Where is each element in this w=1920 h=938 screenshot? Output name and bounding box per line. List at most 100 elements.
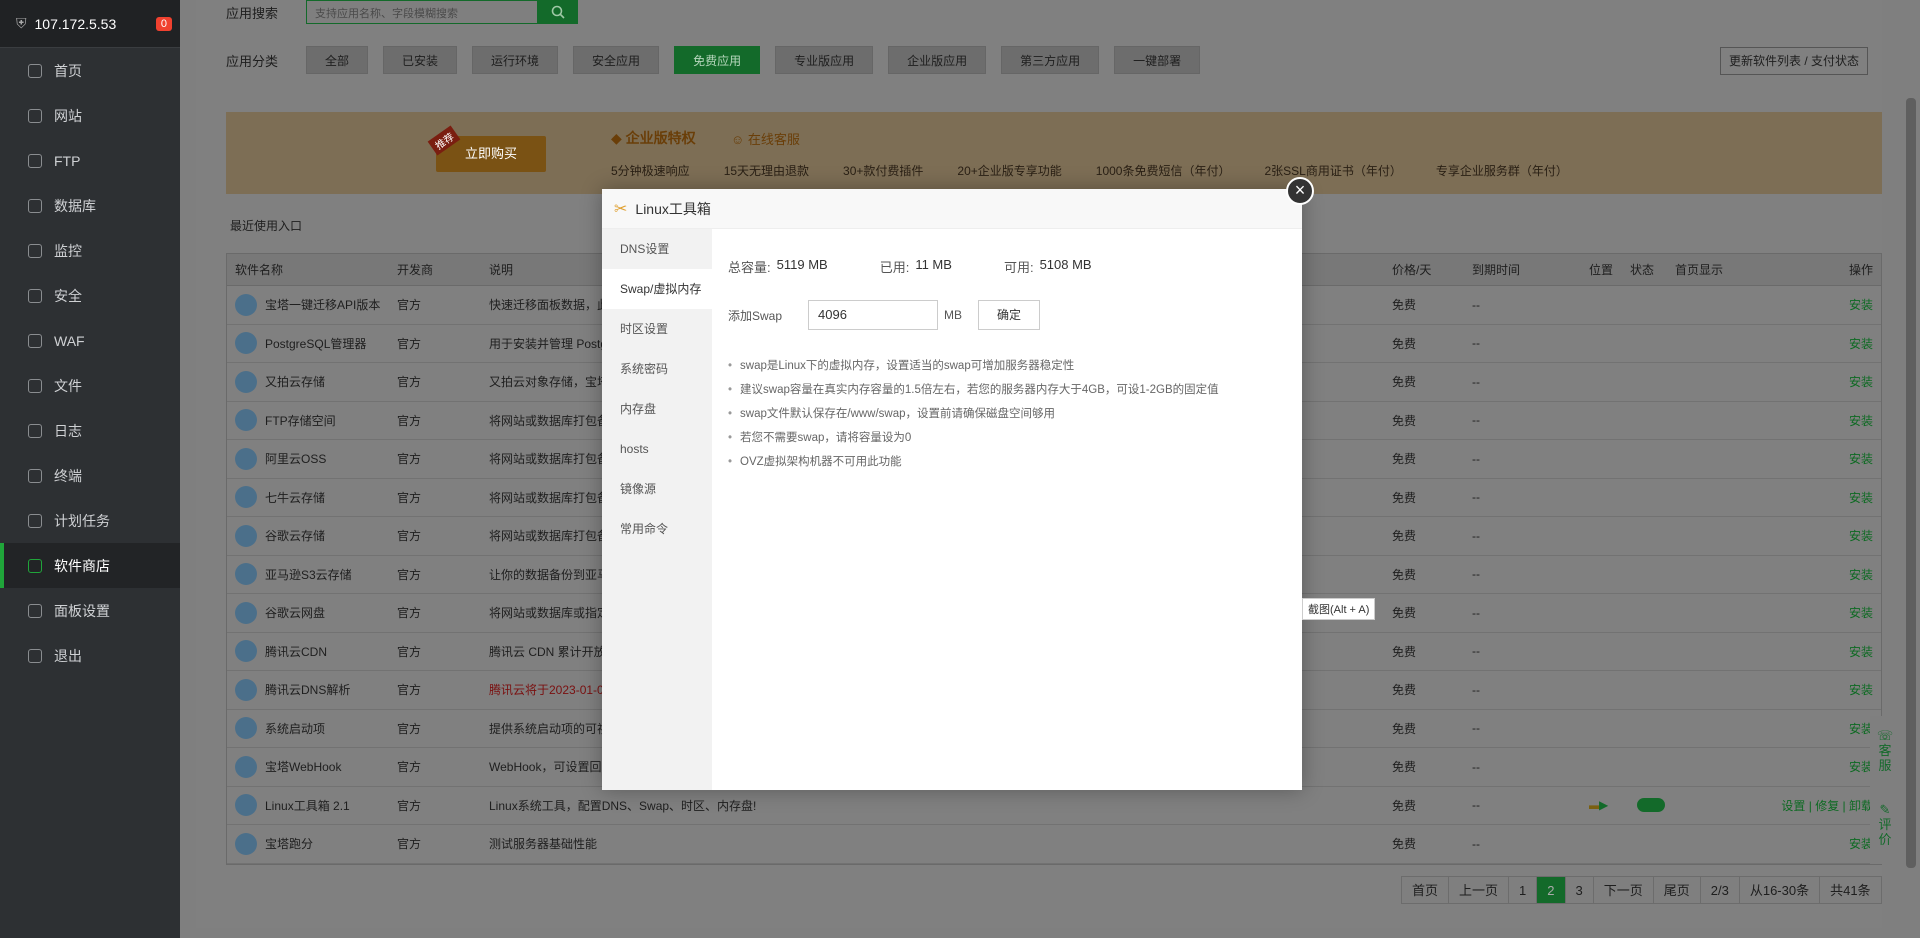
category-tab-6[interactable]: 企业版应用 [888,46,987,74]
software-name-cell: 亚马逊S3云存储 [235,563,352,586]
sidebar-item-1[interactable]: 网站 [0,93,180,138]
category-tab-8[interactable]: 一键部署 [1114,46,1201,74]
dialog-nav-item-3[interactable]: 系统密码 [602,349,712,389]
action-link[interactable]: 安装 [1849,643,1873,660]
pager-item-6[interactable]: 尾页 [1652,876,1701,904]
home-icon [28,63,42,78]
swap-size-input[interactable]: 4096 [808,300,938,330]
sidebar-item-7[interactable]: 文件 [0,363,180,408]
close-button[interactable]: × [1286,177,1314,205]
action-link[interactable]: 安装 [1849,681,1873,698]
software-name-cell: Linux工具箱 2.1 [235,794,350,817]
pager-item-3[interactable]: 2 [1536,876,1566,904]
developer-cell: 官方 [397,298,422,313]
dialog-nav-item-5[interactable]: hosts [602,429,712,469]
price-cell: 免费 [1392,529,1417,544]
software-icon [235,601,257,624]
pager-item-9[interactable]: 共41条 [1819,876,1882,904]
sidebar-item-2[interactable]: FTP [0,138,180,183]
enterprise-banner: 立即购买 推荐 ◆ 企业版特权 ☺ 在线客服 5分钟极速响应 15天无理由退款 30… [226,112,1882,194]
price-cell: 免费 [1392,721,1417,736]
col-dev: 开发商 [397,263,434,277]
category-tab-4[interactable]: 免费应用 [674,46,761,74]
action-link[interactable]: 安装 [1849,373,1873,390]
software-name: 谷歌云存储 [265,529,326,544]
search-input[interactable]: 支持应用名称、字段模糊搜索 [306,0,538,24]
dialog-nav-item-7[interactable]: 常用命令 [602,509,712,549]
server-icon: ⛨ [16,15,27,31]
waf-icon [28,333,42,348]
developer-cell: 官方 [397,721,422,736]
table-row: 宝塔跑分 官方 测试服务器基础性能 免费 -- 安装 [227,825,1881,864]
swap-tips: swap是Linux下的虚拟内存，设置适当的swap可增加服务器稳定性建议swa… [728,354,1286,474]
review-float-label: 评价 [1878,817,1892,847]
action-link[interactable]: 安装 [1849,489,1873,506]
pager-item-4[interactable]: 3 [1564,876,1594,904]
dialog-nav-item-2[interactable]: 时区设置 [602,309,712,349]
software-name: 亚马逊S3云存储 [265,567,352,582]
sidebar-item-10[interactable]: 计划任务 [0,498,180,543]
scrollbar-thumb[interactable] [1906,98,1916,868]
software-name: 谷歌云网盘 [265,606,326,621]
terminal-icon [28,468,42,483]
action-link[interactable]: 安装 [1849,566,1873,583]
category-tab-1[interactable]: 已安装 [383,46,458,74]
dialog-nav-item-4[interactable]: 内存盘 [602,389,712,429]
software-name-cell: 宝塔跑分 [235,832,313,855]
category-tab-5[interactable]: 专业版应用 [775,46,874,74]
sidebar-item-3[interactable]: 数据库 [0,183,180,228]
action-link[interactable]: 安装 [1849,296,1873,313]
play-icon[interactable]: ▶ [1599,798,1608,812]
pager-item-0[interactable]: 首页 [1401,876,1450,904]
sidebar-item-8[interactable]: 日志 [0,408,180,453]
sidebar-item-6[interactable]: WAF [0,318,180,363]
category-tab-0[interactable]: 全部 [306,46,369,74]
update-list-button[interactable]: 更新软件列表 / 支付状态 [1720,47,1869,75]
price-cell: 免费 [1392,336,1417,351]
category-tab-2[interactable]: 运行环境 [472,46,559,74]
category-tab-7[interactable]: 第三方应用 [1001,46,1100,74]
sidebar-item-13[interactable]: 退出 [0,633,180,678]
software-name: 宝塔一键迁移API版本 [265,298,381,313]
action-link[interactable]: 安装 [1849,450,1873,467]
banner-title: ◆ 企业版特权 [611,128,696,148]
confirm-button[interactable]: 确定 [978,300,1041,330]
price-cell: 免费 [1392,490,1417,505]
banner-feature: 15天无理由退款 [723,164,810,178]
pager-item-5[interactable]: 下一页 [1592,876,1654,904]
dialog-nav-item-0[interactable]: DNS设置 [602,229,712,269]
action-link[interactable]: 设置 | 修复 | 卸载 [1781,797,1873,814]
developer-cell: 官方 [397,606,422,621]
server-header: ⛨ 107.172.5.53 0 [0,0,180,48]
search-button[interactable] [538,0,578,24]
pager-item-2[interactable]: 1 [1508,876,1538,904]
action-link[interactable]: 安装 [1849,335,1873,352]
action-link[interactable]: 安装 [1849,604,1873,621]
dialog-nav-item-6[interactable]: 镜像源 [602,469,712,509]
review-float-button[interactable]: ✎ 评价 [1870,790,1900,864]
sidebar-item-0[interactable]: 首页 [0,48,180,93]
sidebar-item-5[interactable]: 安全 [0,273,180,318]
price-cell: 免费 [1392,298,1417,313]
pager-item-7[interactable]: 2/3 [1699,876,1740,904]
notification-badge[interactable]: 0 [155,16,172,31]
expire-cell: -- [1472,644,1480,659]
action-link[interactable]: 安装 [1849,412,1873,429]
sidebar-item-12[interactable]: 面板设置 [0,588,180,633]
service-float-button[interactable]: ☏ 客服 [1870,716,1900,790]
page-scrollbar[interactable] [1902,0,1920,938]
dialog-nav-item-1[interactable]: Swap/虚拟内存 [602,269,712,309]
home-toggle[interactable] [1637,798,1665,813]
action-link[interactable]: 安装 [1849,527,1873,544]
software-icon [235,717,257,740]
pager-item-1[interactable]: 上一页 [1448,876,1510,904]
pager-item-8[interactable]: 从16-30条 [1738,876,1821,904]
sidebar-item-9[interactable]: 终端 [0,453,180,498]
category-tab-3[interactable]: 安全应用 [573,46,660,74]
online-service-link[interactable]: ☺ 在线客服 [731,129,800,148]
software-name-cell: 宝塔一键迁移API版本 [235,293,381,316]
software-name-cell: 阿里云OSS [235,447,326,470]
sidebar-item-4[interactable]: 监控 [0,228,180,273]
sidebar-item-11[interactable]: 软件商店 [0,543,180,588]
shield-icon [28,288,42,303]
